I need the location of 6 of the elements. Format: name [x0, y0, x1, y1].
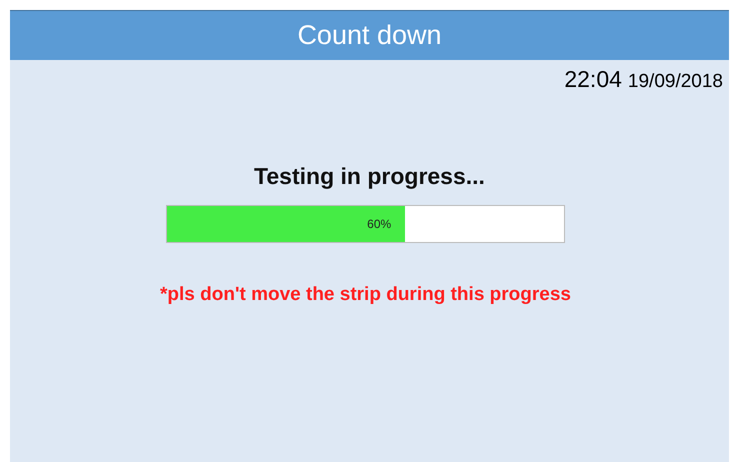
window-title: Count down	[297, 19, 442, 52]
clock-date: 19/09/2018	[628, 70, 723, 94]
clock-time: 22:04	[564, 65, 622, 94]
progress-label: 60%	[367, 216, 392, 233]
warning-text: *pls don't move the strip during this progress	[160, 283, 571, 307]
status-heading: Testing in progress...	[254, 162, 485, 191]
